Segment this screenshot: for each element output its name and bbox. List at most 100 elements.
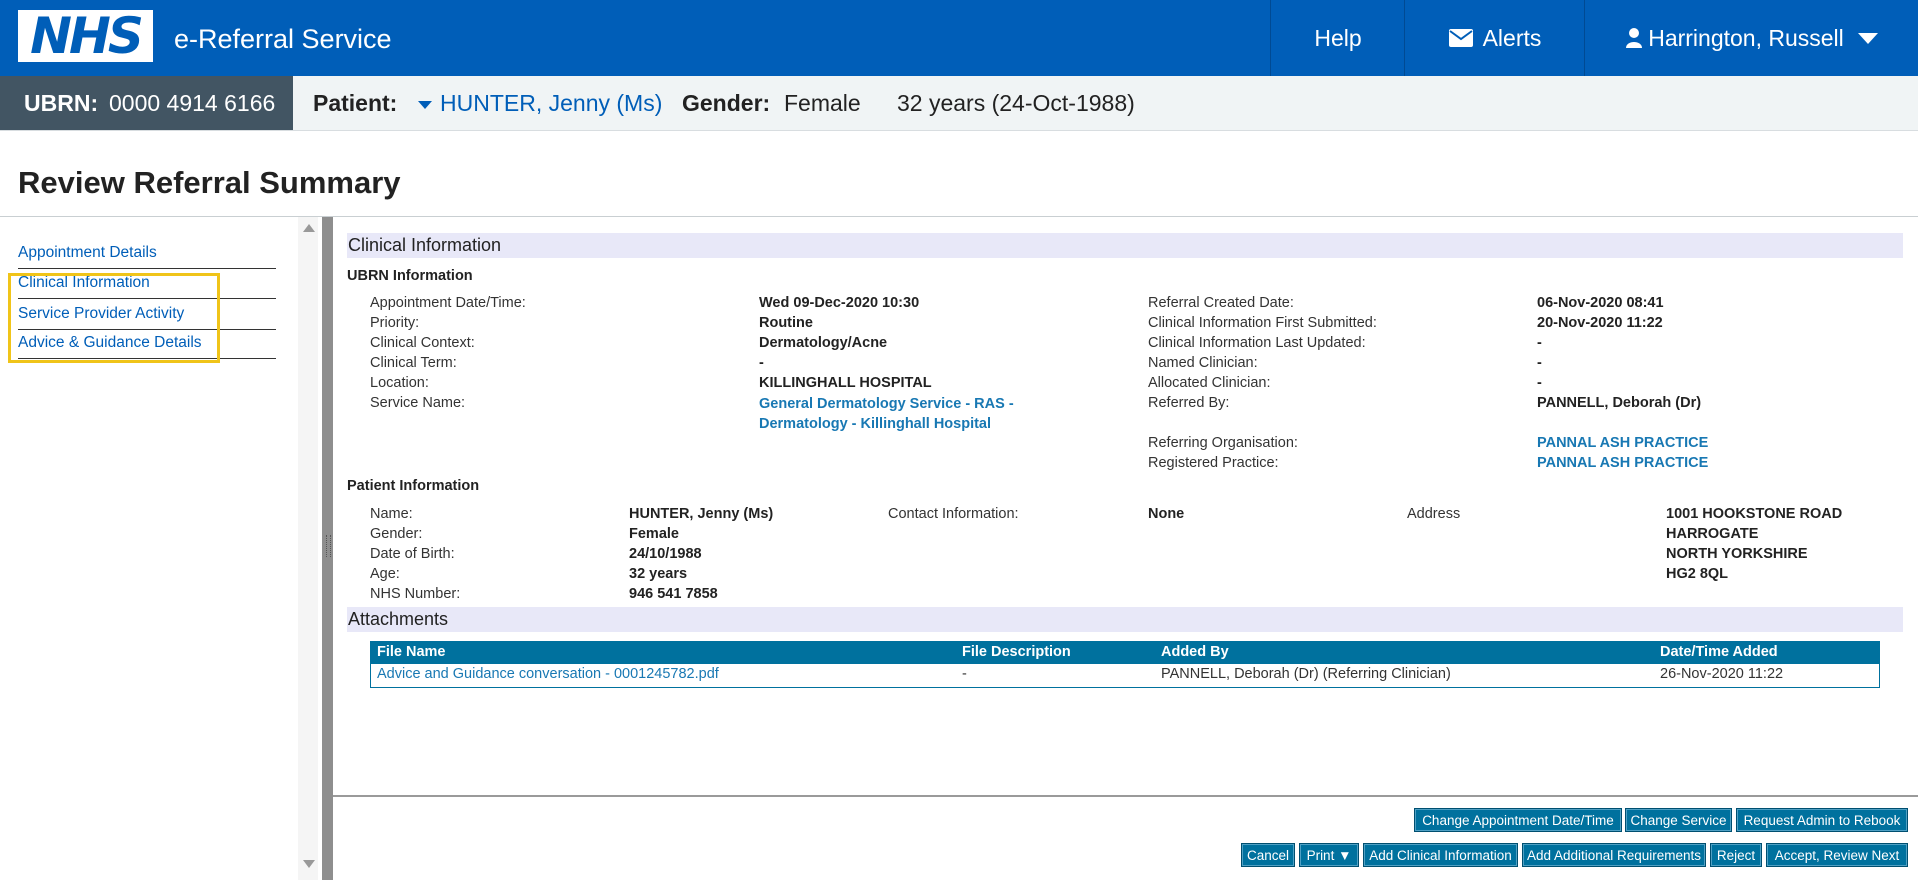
alerts-link[interactable]: Alerts [1404, 0, 1585, 76]
dob-value: 24/10/1988 [629, 546, 702, 562]
user-menu[interactable]: Harrington, Russell [1584, 0, 1918, 76]
accept-review-next-button[interactable]: Accept, Review Next [1766, 843, 1908, 867]
field-label: Named Clinician: [1148, 355, 1258, 371]
add-clinical-information-button[interactable]: Add Clinical Information [1363, 843, 1518, 867]
field-label: Referred By: [1148, 395, 1230, 411]
page-title: Review Referral Summary [18, 165, 401, 200]
side-scrollbar[interactable] [298, 217, 318, 880]
field-label: Clinical Information First Submitted: [1148, 315, 1377, 331]
age-dob: 32 years (24-Oct-1988) [897, 90, 1135, 116]
referral-created-date: 06-Nov-2020 08:41 [1537, 295, 1664, 311]
divider [333, 795, 1918, 797]
add-additional-requirements-button[interactable]: Add Additional Requirements [1522, 843, 1706, 867]
priority-value: Routine [759, 315, 813, 331]
location-value: KILLINGHALL HOSPITAL [759, 375, 932, 391]
address-line: NORTH YORKSHIRE [1666, 546, 1808, 562]
ubrn-label: UBRN: [24, 90, 99, 116]
appointment-datetime: Wed 09-Dec-2020 10:30 [759, 295, 920, 311]
print-button[interactable]: Print ▼ [1299, 843, 1359, 867]
last-updated-value: - [1537, 335, 1542, 351]
address-line: HARROGATE [1666, 526, 1759, 542]
user-name: Harrington, Russell [1648, 24, 1844, 51]
field-label: Priority: [370, 315, 420, 331]
attachments-section-title: Attachments [348, 609, 449, 629]
patient-banner: UBRN: 0000 4914 6166 Patient: HUNTER, Je… [0, 76, 1918, 131]
user-icon [1626, 28, 1643, 48]
first-submitted-date: 20-Nov-2020 11:22 [1537, 315, 1663, 331]
field-label: Clinical Term: [370, 355, 457, 371]
address-label: Address [1407, 506, 1461, 522]
contact-info-label: Contact Information: [888, 506, 1019, 522]
request-admin-rebook-button[interactable]: Request Admin to Rebook [1736, 808, 1908, 832]
help-label: Help [1314, 24, 1362, 51]
patient-name: HUNTER, Jenny (Ms) [440, 90, 663, 116]
ubrn-value: 0000 4914 6166 [109, 90, 276, 116]
scroll-down-icon[interactable] [303, 860, 315, 868]
table-header: File Name File Description Added By Date… [371, 642, 1879, 664]
attachments-table: File Name File Description Added By Date… [370, 641, 1880, 688]
clinical-section-header: Clinical Information [347, 233, 1903, 258]
ubrn-box: UBRN: 0000 4914 6166 [0, 76, 293, 130]
field-label: Gender: [370, 526, 423, 542]
field-label: Registered Practice: [1148, 455, 1279, 471]
patient-label: Patient: [313, 90, 398, 116]
app-title: e-Referral Service [174, 24, 392, 54]
grip-icon [326, 535, 331, 557]
field-label: Name: [370, 506, 413, 522]
age-value: 32 years [629, 566, 688, 582]
field-label: Date of Birth: [370, 546, 455, 562]
gender-label: Gender: [682, 90, 771, 116]
chevron-down-icon [1857, 32, 1878, 44]
caret-down-icon [418, 100, 432, 109]
service-name-line: General Dermatology Service - RAS - [759, 396, 1014, 412]
nhs-logo-text: NHS [30, 7, 144, 65]
field-label: Clinical Context: [370, 335, 475, 351]
table-cell: PANNELL, Deborah (Dr) (Referring Clinici… [1161, 666, 1451, 682]
field-label: Allocated Clinician: [1148, 375, 1271, 391]
highlight-box [8, 273, 220, 363]
change-service-button[interactable]: Change Service [1625, 808, 1732, 832]
table-row: Advice and Guidance conversation - 00012… [371, 664, 1879, 687]
address-line: 1001 HOOKSTONE ROAD [1666, 506, 1843, 522]
side-item-appointment-details[interactable]: Appointment Details [18, 240, 276, 269]
registered-practice-link[interactable]: PANNAL ASH PRACTICE [1537, 453, 1708, 473]
clinical-term-value: - [759, 355, 764, 371]
column-header[interactable]: Added By [1161, 644, 1229, 660]
patient-name-value: HUNTER, Jenny (Ms) [629, 506, 774, 522]
divider [0, 216, 1918, 217]
alerts-label: Alerts [1482, 24, 1542, 51]
change-appointment-button[interactable]: Change Appointment Date/Time [1414, 808, 1622, 832]
field-label: NHS Number: [370, 586, 461, 602]
service-name-line: Dermatology - Killinghall Hospital [759, 416, 992, 432]
clinical-context-value: Dermatology/Acne [759, 335, 888, 351]
patient-gender-value: Female [629, 526, 679, 542]
patient-dropdown[interactable]: HUNTER, Jenny (Ms) [418, 90, 662, 117]
column-header[interactable]: File Description [962, 644, 1071, 660]
table-cell: 26-Nov-2020 11:22 [1660, 666, 1784, 682]
column-header[interactable]: File Name [377, 644, 446, 660]
envelope-icon [1448, 29, 1473, 47]
allocated-clinician-value: - [1537, 375, 1542, 391]
cancel-button[interactable]: Cancel [1241, 843, 1295, 867]
field-label: Referral Created Date: [1148, 295, 1294, 311]
column-header[interactable]: Date/Time Added [1660, 644, 1778, 660]
field-label: Appointment Date/Time: [370, 295, 526, 311]
referring-organisation-link[interactable]: PANNAL ASH PRACTICE [1537, 433, 1708, 453]
nhs-logo[interactable]: NHS [18, 7, 153, 65]
field-label: Location: [370, 375, 429, 391]
help-link[interactable]: Help [1270, 0, 1405, 76]
field-label: Clinical Information Last Updated: [1148, 335, 1366, 351]
clinical-section-title: Clinical Information [348, 235, 502, 255]
ubrn-info-heading: UBRN Information [347, 268, 473, 284]
reject-button[interactable]: Reject [1710, 843, 1762, 867]
scroll-up-icon[interactable] [303, 224, 315, 232]
attachments-section-header: Attachments [347, 607, 1903, 632]
named-clinician-value: - [1537, 355, 1542, 371]
field-label: Service Name: [370, 395, 466, 411]
nhs-number-value: 946 541 7858 [629, 586, 718, 602]
service-name-link[interactable]: General Dermatology Service - RAS - Derm… [759, 394, 1014, 434]
attachment-file-link[interactable]: Advice and Guidance conversation - 00012… [377, 666, 719, 682]
gender-value: Female [784, 90, 861, 116]
field-label: Referring Organisation: [1148, 435, 1298, 451]
table-cell: - [962, 666, 967, 682]
